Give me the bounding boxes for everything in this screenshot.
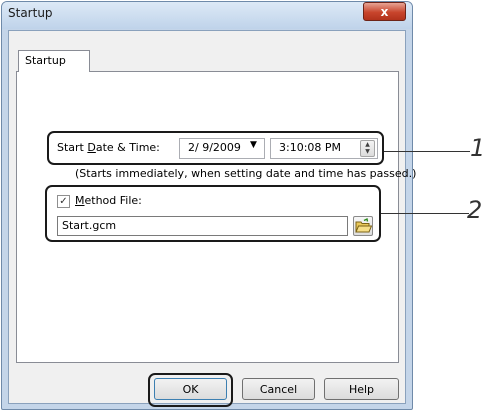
- help-button[interactable]: Help: [324, 378, 399, 400]
- tab-startup[interactable]: Startup: [18, 50, 90, 72]
- ok-button[interactable]: OK: [154, 378, 227, 400]
- callout-number-1: 1: [470, 134, 485, 162]
- callout-leader-1: [384, 151, 470, 152]
- callout-box-2: [45, 185, 381, 242]
- tab-label: Startup: [25, 54, 66, 67]
- close-button[interactable]: x: [363, 2, 406, 21]
- cancel-button[interactable]: Cancel: [242, 378, 315, 400]
- close-icon: x: [380, 4, 389, 19]
- window-title: Startup: [8, 6, 53, 20]
- callout-number-2: 2: [467, 196, 483, 224]
- callout-leader-2: [381, 213, 469, 214]
- callout-box-1: [47, 131, 384, 165]
- start-hint-text: (Starts immediately, when setting date a…: [75, 167, 417, 180]
- title-bar[interactable]: [2, 2, 412, 29]
